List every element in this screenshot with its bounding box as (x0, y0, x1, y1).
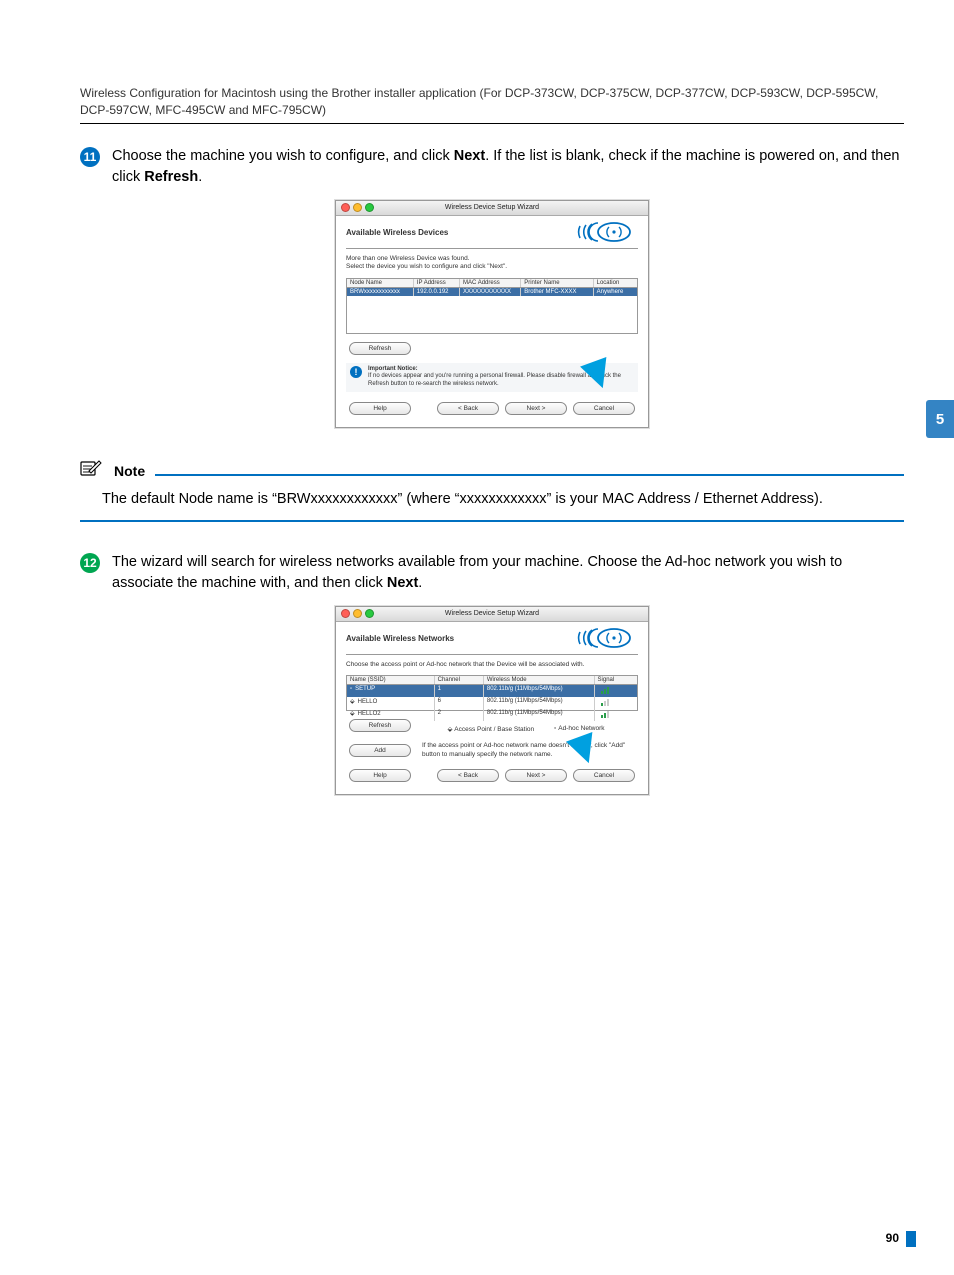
step-11-text: Choose the machine you wish to configure… (112, 146, 904, 188)
bold: Next (454, 148, 485, 164)
callout-arrow-icon (566, 732, 602, 768)
text: The wizard will search for wireless netw… (112, 554, 842, 591)
header-divider (80, 123, 904, 124)
step-number-badge: 12 (80, 553, 100, 573)
th-printer: Printer Name (521, 279, 593, 287)
signal-icon (595, 709, 637, 721)
cell: 802.11b/g (11Mbps/54Mbps) (484, 697, 595, 709)
th-loc: Location (594, 279, 637, 287)
cell: 2 (435, 709, 484, 721)
panel-heading: Available Wireless Networks (346, 634, 454, 643)
cell: 1 (435, 685, 484, 697)
step-12-text: The wizard will search for wireless netw… (112, 552, 904, 594)
cell: ▫SETUP (347, 685, 435, 697)
cell: BRWxxxxxxxxxxxx (347, 288, 414, 296)
th-ip: IP Address (414, 279, 460, 287)
cell: Anywhere (594, 288, 637, 296)
refresh-button[interactable]: Refresh (349, 342, 411, 355)
legend-adhoc: ▫ Ad-hoc Network (554, 725, 604, 732)
th-ssid: Name (SSID) (347, 676, 435, 684)
back-button[interactable]: < Back (437, 769, 499, 782)
panel-description: Choose the access point or Ad-hoc networ… (346, 661, 638, 669)
legend-access-point: ⬙ Access Point / Base Station (447, 725, 534, 733)
note-rule (155, 474, 904, 476)
titlebar: Wireless Device Setup Wizard (336, 607, 648, 622)
text: . (198, 169, 202, 185)
page-header: Wireless Configuration for Macintosh usi… (80, 85, 904, 119)
network-table[interactable]: Name (SSID) Channel Wireless Mode Signal… (346, 675, 638, 711)
table-row[interactable]: ⬙HELLO 6 802.11b/g (11Mbps/54Mbps) (347, 697, 637, 709)
page-number: 90 (886, 1231, 899, 1245)
info-icon: ! (350, 366, 362, 378)
bold: Next (387, 575, 418, 591)
step-12: 12 The wizard will search for wireless n… (80, 552, 904, 594)
add-button[interactable]: Add (349, 744, 411, 757)
chapter-tab: 5 (926, 400, 954, 438)
wifi-logo-icon (574, 222, 638, 244)
refresh-button[interactable]: Refresh (349, 719, 411, 732)
th-mac: MAC Address (460, 279, 521, 287)
table-row[interactable]: BRWxxxxxxxxxxxx 192.0.0.192 XXXXXXXXXXXX… (347, 288, 637, 296)
back-button[interactable]: < Back (437, 402, 499, 415)
step-number-badge: 11 (80, 147, 100, 167)
bold: Refresh (144, 169, 198, 185)
page-corner-decoration (906, 1231, 916, 1247)
cell: XXXXXXXXXXXX (460, 288, 521, 296)
signal-icon (595, 685, 637, 697)
screenshot-available-devices: Wireless Device Setup Wizard Available W… (335, 200, 649, 428)
table-row[interactable]: ▫SETUP 1 802.11b/g (11Mbps/54Mbps) (347, 685, 637, 697)
cell: Brother MFC-XXXX (521, 288, 593, 296)
th-channel: Channel (435, 676, 484, 684)
cell: 802.11b/g (11Mbps/54Mbps) (484, 685, 595, 697)
important-notice: ! Important Notice: If no devices appear… (346, 363, 638, 392)
device-table[interactable]: Node Name IP Address MAC Address Printer… (346, 278, 638, 334)
text: Choose the machine you wish to configure… (112, 148, 454, 164)
add-description: If the access point or Ad-hoc network na… (422, 742, 638, 759)
note-end-rule (80, 520, 904, 522)
cancel-button[interactable]: Cancel (573, 402, 635, 415)
help-button[interactable]: Help (349, 769, 411, 782)
cell: 192.0.0.192 (414, 288, 460, 296)
text: . (418, 575, 422, 591)
panel-heading: Available Wireless Devices (346, 228, 448, 237)
cell: ⬙HELLO (347, 697, 435, 709)
next-button[interactable]: Next > (505, 402, 567, 415)
window-title: Wireless Device Setup Wizard (336, 204, 648, 211)
note-label: Note (114, 463, 145, 479)
panel-description: More than one Wireless Device was found.… (346, 255, 638, 272)
next-button[interactable]: Next > (505, 769, 567, 782)
help-button[interactable]: Help (349, 402, 411, 415)
step-11: 11 Choose the machine you wish to config… (80, 146, 904, 188)
window-title: Wireless Device Setup Wizard (336, 610, 648, 617)
cell: 802.11b/g (11Mbps/54Mbps) (484, 709, 595, 721)
screenshot-available-networks: Wireless Device Setup Wizard Available W… (335, 606, 649, 795)
cell: 6 (435, 697, 484, 709)
note-block: Note The default Node name is “BRWxxxxxx… (80, 458, 904, 522)
th-mode: Wireless Mode (484, 676, 595, 684)
cancel-button[interactable]: Cancel (573, 769, 635, 782)
th-node: Node Name (347, 279, 414, 287)
note-pencil-icon (80, 458, 104, 481)
titlebar: Wireless Device Setup Wizard (336, 201, 648, 216)
signal-icon (595, 697, 637, 709)
th-signal: Signal (595, 676, 637, 684)
wifi-logo-icon (574, 628, 638, 650)
note-body: The default Node name is “BRWxxxxxxxxxxx… (102, 489, 904, 510)
